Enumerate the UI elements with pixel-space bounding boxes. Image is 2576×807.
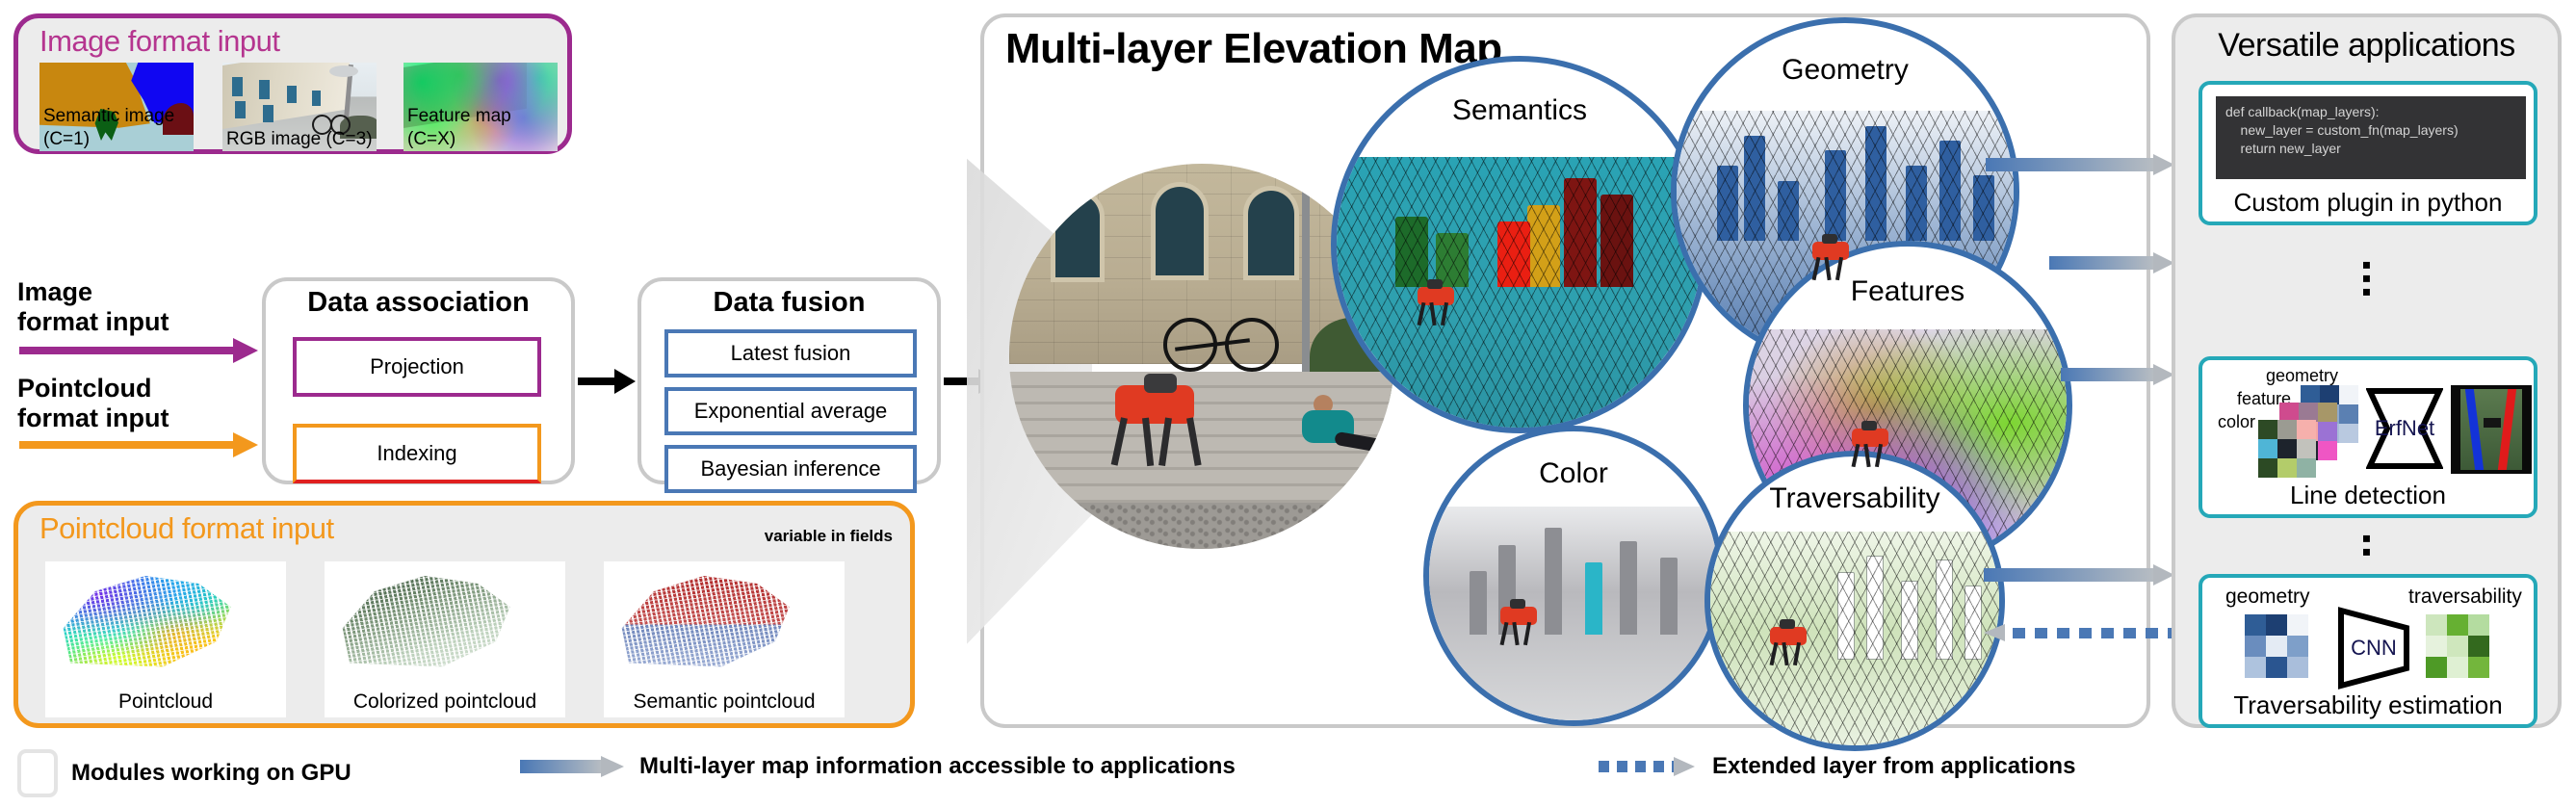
cnn-label: CNN <box>2351 636 2397 660</box>
semantics-layer-art <box>1337 156 1703 428</box>
image-input-label-l1: Image <box>17 277 93 306</box>
pointcloud-input-label-l1: Pointcloud <box>17 374 152 403</box>
semantic-pointcloud-thumb: Semantic pointcloud <box>604 561 845 717</box>
colorized-pointcloud-caption: Colorized pointcloud <box>352 690 537 713</box>
line-detection-caption: Line detection <box>2290 481 2446 509</box>
rgb-image-caption: RGB image (C=3) <box>226 129 373 149</box>
trav-output-tag: traversability <box>2408 586 2522 608</box>
image-input-label-l2: format input <box>17 307 169 336</box>
traversability-estimation-card[interactable]: geometry traversability CNN Traversabili… <box>2199 574 2537 728</box>
image-format-input-panel: Image format input Semantic image (C=1) … <box>13 13 572 154</box>
module-swatch-icon <box>17 749 58 797</box>
projection-label: Projection <box>370 354 464 378</box>
erfnet-trapezoid-icon: ErfNet <box>2365 387 2444 470</box>
pointcloud-format-input-title: Pointcloud format input <box>39 511 334 545</box>
pointcloud-input-label: Pointcloud format input <box>17 374 169 433</box>
traversability-layer-art <box>1710 532 1999 745</box>
pointcloud-format-input-panel: Pointcloud format input variable in fiel… <box>13 501 915 728</box>
indexing-label: Indexing <box>377 441 457 465</box>
legend-text-extended-layer: Extended layer from applications <box>1712 753 2076 779</box>
pointcloud-caption: Pointcloud <box>117 690 214 713</box>
anymal-robot <box>1106 374 1206 468</box>
data-fusion-title: Data fusion <box>713 287 866 318</box>
data-association-module: Data association Projection Indexing <box>262 277 575 484</box>
image-format-input-title: Image format input <box>39 24 280 58</box>
legend-item-map-info: Multi-layer map information accessible t… <box>520 753 1236 780</box>
traversability-caption: Traversability estimation <box>2233 690 2503 719</box>
code-line-3: return new_layer <box>2225 141 2341 156</box>
semantic-pointcloud-art <box>621 575 790 667</box>
bayesian-inference-label: Bayesian inference <box>700 456 881 481</box>
line-color-grid <box>2258 420 2316 478</box>
layer-label-traversability: Traversability <box>1769 482 1940 514</box>
data-association-title: Data association <box>307 287 530 318</box>
map-to-plugin-arrow <box>1986 154 2174 175</box>
colorized-pointcloud-thumb: Colorized pointcloud <box>325 561 565 717</box>
map-to-line-detection-arrow <box>2061 364 2174 385</box>
pointcloud-art <box>63 575 231 667</box>
versatile-applications-title: Versatile applications <box>2218 27 2515 64</box>
map-to-apps-arrow-4 <box>1984 564 2174 586</box>
rgb-image-thumb: RGB image (C=3) <box>222 63 377 151</box>
code-line-1: def callback(map_layers): <box>2225 104 2380 119</box>
layer-label-color: Color <box>1539 457 1608 489</box>
latest-fusion-box[interactable]: Latest fusion <box>664 329 917 377</box>
layer-label-features: Features <box>1850 274 1965 307</box>
trav-input-tag: geometry <box>2225 586 2310 608</box>
ellipsis-2-icon: ▪ ▪ <box>2361 523 2372 566</box>
diagram-stage: Image format input Semantic image (C=1) … <box>0 0 2576 807</box>
multi-layer-map-title: Multi-layer Elevation Map <box>1005 25 1502 72</box>
extended-layer-feedback-arrow <box>1984 624 2201 641</box>
indexing-box[interactable]: Indexing <box>293 424 541 483</box>
plugin-code-block: def callback(map_layers): new_layer = cu… <box>2216 96 2526 179</box>
line-detection-card[interactable]: geometry feature color ErfNet Line detec… <box>2199 356 2537 518</box>
layer-bubble-semantics: Semantics <box>1331 56 1708 433</box>
dotted-arrow-icon <box>1599 757 1699 776</box>
cnn-trapezoid-icon: CNN <box>2337 607 2410 690</box>
ellipsis-1-icon: ▪ ▪ ▪ <box>2361 249 2372 306</box>
semantic-pointcloud-caption: Semantic pointcloud <box>633 690 816 713</box>
projection-box[interactable]: Projection <box>293 337 541 397</box>
layer-bubble-color: Color <box>1423 426 1724 726</box>
layer-label-geometry: Geometry <box>1782 53 1909 86</box>
line-tag-color: color <box>2218 412 2256 431</box>
feature-map-caption: Feature map (C=X) <box>407 106 511 149</box>
layer-bubble-traversability: Traversability <box>1704 451 2005 751</box>
custom-plugin-card[interactable]: def callback(map_layers): new_layer = cu… <box>2199 81 2537 225</box>
line-tag-geometry: geometry <box>2266 366 2339 385</box>
colorized-pointcloud-art <box>342 575 510 667</box>
layer-label-semantics: Semantics <box>1451 94 1588 127</box>
legend-text-modules: Modules working on GPU <box>71 760 351 786</box>
versatile-applications-panel: Versatile applications def callback(map_… <box>2172 13 2562 728</box>
legend-text-map-info: Multi-layer map information accessible t… <box>639 753 1236 779</box>
latest-fusion-label: Latest fusion <box>730 341 851 365</box>
variable-fields-note: variable in fields <box>764 527 893 545</box>
trav-geometry-grid <box>2245 614 2308 678</box>
trav-output-grid <box>2426 614 2489 678</box>
legend: Modules working on GPU Multi-layer map i… <box>0 742 2576 799</box>
color-layer-art <box>1429 507 1718 720</box>
solid-arrow-icon <box>520 756 626 777</box>
pointcloud-thumb: Pointcloud <box>45 561 286 717</box>
semantic-image-caption: Semantic image (C=1) <box>43 106 175 149</box>
data-fusion-module: Data fusion Latest fusion Exponential av… <box>637 277 941 493</box>
code-line-2: new_layer = custom_fn(map_layers) <box>2225 122 2459 138</box>
map-to-apps-arrow-2 <box>2049 252 2174 273</box>
legend-item-modules: Modules working on GPU <box>17 749 351 797</box>
pointcloud-input-label-l2: format input <box>17 404 169 432</box>
exponential-average-box[interactable]: Exponential average <box>664 387 917 435</box>
exponential-average-label: Exponential average <box>693 399 888 423</box>
image-input-label: Image format input <box>17 277 169 337</box>
erfnet-label: ErfNet <box>2374 416 2435 440</box>
bayesian-inference-box[interactable]: Bayesian inference <box>664 445 917 493</box>
legend-item-extended-layer: Extended layer from applications <box>1599 753 2075 780</box>
feature-map-thumb: Feature map (C=X) <box>403 63 558 151</box>
semantic-image-thumb: Semantic image (C=1) <box>39 63 194 151</box>
line-detection-result <box>2451 385 2532 474</box>
custom-plugin-caption: Custom plugin in python <box>2233 188 2503 217</box>
